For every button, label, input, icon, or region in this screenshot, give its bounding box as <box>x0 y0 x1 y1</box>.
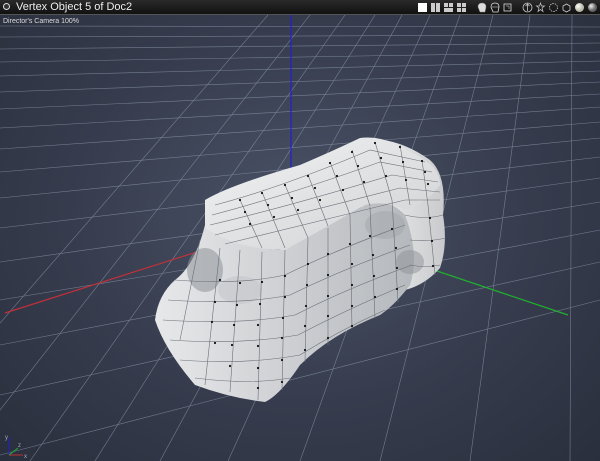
material-sphere-icon[interactable] <box>586 2 598 14</box>
wire-head-icon[interactable] <box>488 2 500 14</box>
3d-viewport[interactable]: Director's Camera 100% y x z <box>0 15 600 461</box>
shaded-head-icon[interactable] <box>475 2 487 14</box>
four-view-icon[interactable] <box>455 2 467 14</box>
title-bar: Vertex Object 5 of Doc2 <box>0 0 600 15</box>
svg-text:z: z <box>18 443 21 449</box>
camera-label: Director's Camera 100% <box>3 18 80 25</box>
rotate-camera-icon[interactable] <box>534 2 546 14</box>
axis-gizmo-icon: y x z <box>5 435 27 460</box>
dolly-camera-icon[interactable] <box>547 2 559 14</box>
light-sphere-icon[interactable] <box>573 2 585 14</box>
pan-camera-icon[interactable] <box>521 2 533 14</box>
box-head-icon[interactable] <box>501 2 513 14</box>
view-toolbar <box>416 1 598 14</box>
three-view-icon[interactable] <box>442 2 454 14</box>
mesh-object[interactable] <box>155 137 447 402</box>
scene-canvas[interactable] <box>0 15 600 461</box>
close-window-icon[interactable] <box>3 3 10 10</box>
svg-text:x: x <box>24 454 27 460</box>
frame-object-icon[interactable] <box>560 2 572 14</box>
window-title: Vertex Object 5 of Doc2 <box>16 1 133 13</box>
modeler-window: Vertex Object 5 of Doc2 Director's Camer… <box>0 0 600 461</box>
two-view-icon[interactable] <box>429 2 441 14</box>
single-view-icon[interactable] <box>416 2 428 14</box>
svg-text:y: y <box>5 435 8 441</box>
